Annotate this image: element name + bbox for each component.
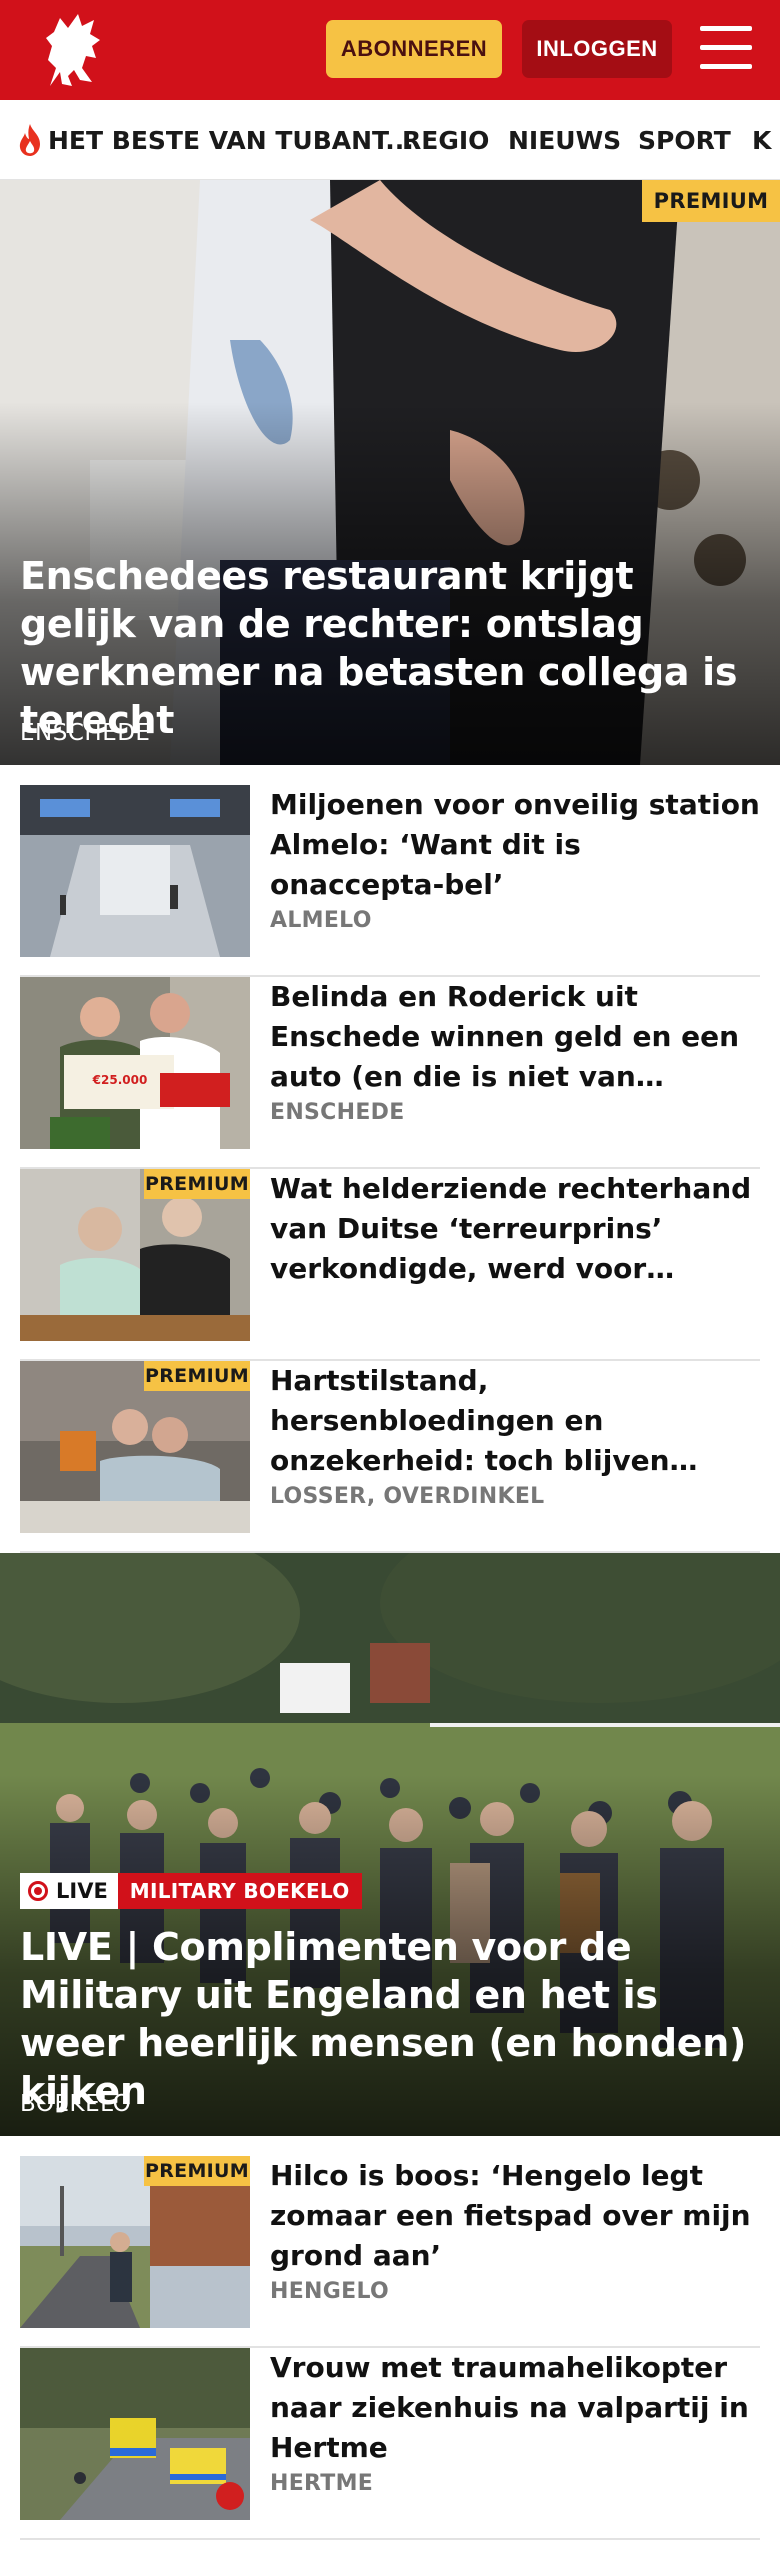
- nav-item-best-of[interactable]: HET BESTE VAN TUBANT...: [16, 100, 414, 179]
- list-item[interactable]: Vrouw met traumahelikopter naar ziekenhu…: [20, 2348, 760, 2540]
- live-hero-article[interactable]: LIVE MILITARY BOEKELO LIVE | Complimente…: [0, 1553, 780, 2136]
- article-location: HERTME: [270, 2471, 374, 2496]
- live-badge-row: LIVE MILITARY BOEKELO: [20, 1873, 362, 1909]
- article-thumbnail: [20, 785, 250, 957]
- article-title[interactable]: Wat helderziende rechterhand van Duitse …: [270, 1169, 760, 1289]
- article-location: LOSSER, OVERDINKEL: [270, 1484, 545, 1509]
- list-item[interactable]: PREMIUM Wat helderziende rechterhand van…: [20, 1169, 760, 1361]
- article-location: ALMELO: [270, 908, 372, 933]
- subscribe-button[interactable]: ABONNEREN: [326, 20, 502, 78]
- article-thumbnail: PREMIUM: [20, 1169, 250, 1341]
- article-location: HENGELO: [270, 2279, 389, 2304]
- live-hero-title[interactable]: LIVE | Complimenten voor de Military uit…: [20, 1923, 760, 2115]
- article-title[interactable]: Belinda en Roderick uit Enschede winnen …: [270, 977, 760, 1097]
- article-thumbnail: PREMIUM: [20, 1361, 250, 1533]
- nav-item-sport[interactable]: SPORT: [638, 100, 731, 179]
- article-title[interactable]: Hilco is boos: ‘Hengelo legt zomaar een …: [270, 2156, 760, 2276]
- premium-badge: PREMIUM: [144, 2156, 250, 2186]
- list-item[interactable]: PREMIUM Hartstilstand, hersenbloedingen …: [20, 1361, 760, 1553]
- live-tag[interactable]: MILITARY BOEKELO: [117, 1873, 362, 1909]
- list-item[interactable]: PREMIUM Hilco is boos: ‘Hengelo legt zom…: [20, 2156, 760, 2348]
- hero-title[interactable]: Enschedees restaurant krijgt gelijk van …: [20, 552, 760, 744]
- hero-location: ENSCHEDE: [20, 720, 151, 746]
- nav-item-label: HET BESTE VAN TUBANT...: [48, 125, 414, 155]
- live-dot-icon: [28, 1881, 48, 1901]
- article-title[interactable]: Miljoenen voor onveilig station Almelo: …: [270, 785, 760, 905]
- article-thumbnail: €25.000: [20, 977, 250, 1149]
- premium-badge: PREMIUM: [642, 180, 780, 222]
- hamburger-menu-icon[interactable]: [700, 26, 752, 70]
- cheque-amount: €25.000: [92, 1073, 148, 1087]
- article-location: ENSCHEDE: [270, 1100, 405, 1125]
- article-thumbnail: [20, 2348, 250, 2520]
- list-item[interactable]: €25.000 Belinda en Roderick uit Enschede…: [20, 977, 760, 1169]
- top-bar: ABONNEREN INLOGGEN: [0, 0, 780, 100]
- nav-item-more[interactable]: K: [752, 100, 771, 179]
- nav-item-regio[interactable]: REGIO: [402, 100, 489, 179]
- horse-logo-icon[interactable]: [38, 10, 108, 90]
- article-title[interactable]: Vrouw met traumahelikopter naar ziekenhu…: [270, 2348, 760, 2468]
- hero-article[interactable]: PREMIUM Enschedees restaurant krijgt gel…: [0, 180, 780, 765]
- premium-badge: PREMIUM: [144, 1361, 250, 1391]
- live-hero-location: BOEKELO: [20, 2091, 132, 2117]
- section-nav: HET BESTE VAN TUBANT... REGIO NIEUWS SPO…: [0, 100, 780, 180]
- article-title[interactable]: Hartstilstand, hersenbloedingen en onzek…: [270, 1361, 760, 1481]
- premium-badge: PREMIUM: [144, 1169, 250, 1199]
- list-item[interactable]: Miljoenen voor onveilig station Almelo: …: [20, 785, 760, 977]
- article-thumbnail: PREMIUM: [20, 2156, 250, 2328]
- live-badge: LIVE: [20, 1873, 118, 1909]
- nav-item-nieuws[interactable]: NIEUWS: [508, 100, 621, 179]
- login-button[interactable]: INLOGGEN: [522, 20, 672, 78]
- flame-icon: [19, 124, 40, 156]
- live-label: LIVE: [56, 1879, 108, 1903]
